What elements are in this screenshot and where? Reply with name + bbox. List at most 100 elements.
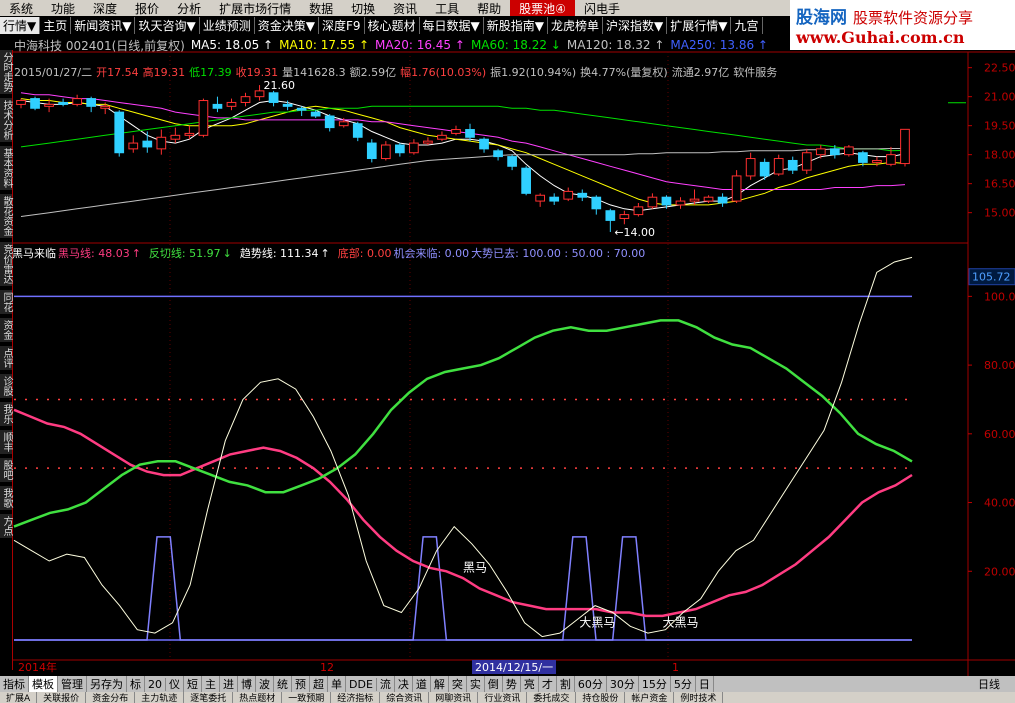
candle-body [563,190,574,200]
toolbar-tab[interactable]: 短 [184,676,202,692]
oscillator-line [13,408,913,618]
candle-body [493,150,503,158]
candle-body [703,196,714,202]
footer-tab[interactable]: 逐笔委托 [184,692,234,703]
candle-body [184,132,195,136]
toolbar-tab[interactable]: 日 [696,676,714,692]
toolbar-tab[interactable]: 模板 [29,676,58,692]
footer-tab[interactable]: 委托成交 [527,692,577,703]
candle-body [86,98,97,107]
oscillator-line [13,256,913,638]
chart-canvas[interactable]: 22.50 21.00 19.50 18.00 16.50 15.00 21.60 ←14.0… [0,0,1015,703]
footer-tab[interactable]: 网聊资讯 [429,692,479,703]
toolbar-tab[interactable]: 流 [377,676,395,692]
candle-body [647,196,658,208]
ma-line [20,98,906,206]
signal-label: 大黑马 [579,615,615,629]
candle-body [801,152,812,171]
candle-body [886,154,896,165]
toolbar-tab[interactable]: 5分 [671,676,696,692]
toolbar-tab[interactable]: 指标 [0,676,29,692]
osc-y-tick-label: 100.00 [984,290,1015,303]
candle-body [100,105,111,109]
toolbar-tab[interactable]: 标 [127,676,145,692]
y-tick-label: 16.50 [984,178,1015,191]
price-annotation: ←14.00 [614,226,655,239]
footer-tab[interactable]: 热点题材 [233,692,283,703]
toolbar-tab[interactable]: 实 [467,676,485,692]
candle-body [58,101,68,105]
footer-tab[interactable]: 关联报价 [37,692,87,703]
opportunity-signal-line [14,536,912,641]
candle-body [268,92,279,103]
footer-tab[interactable]: 持仓股份 [576,692,626,703]
ma-line [20,92,906,190]
toolbar-tab[interactable]: 15分 [639,676,671,692]
y-tick-label: 15.00 [984,207,1015,220]
toolbar-tab[interactable]: 才 [539,676,557,692]
footer-tab[interactable]: 经济指标 [331,692,381,703]
bottom-toolbar: 指标 模板 管理 另存为标 20 仪短主进博波统预超单 DDE 流决道解突实倒势亮才割 60分 3… [0,676,1015,692]
toolbar-tab[interactable]: 亮 [521,676,539,692]
toolbar-tab[interactable]: 20 [145,677,166,691]
candle-body [591,196,602,210]
axis-month-label: 1 [672,660,679,674]
toolbar-tab[interactable]: 势 [503,676,521,692]
osc-y-tick-label: 60.00 [984,428,1015,441]
axis-year-label: 2014年 [18,661,57,674]
footer-bar: 扩展A 关联报价 资金分布 主力轨迹 逐笔委托 热点题材 一致预期 经济指标 综合资讯 网聊资讯行… [0,692,1015,703]
toolbar-tab[interactable]: 突 [449,676,467,692]
candle-body [212,103,223,109]
toolbar-tab[interactable]: 主 [202,676,220,692]
candle-body [675,200,686,206]
candle-body [296,107,307,111]
candle-body [338,121,349,127]
candle-body [605,210,616,221]
period-label[interactable]: 日线 [978,676,1000,692]
toolbar-tab[interactable]: 进 [220,676,238,692]
toolbar-tab[interactable]: 统 [274,676,292,692]
osc-readout: 105.72 [972,271,1011,284]
toolbar-tab[interactable]: 道 [413,676,431,692]
candle-body [437,134,447,140]
candle-body [717,196,728,204]
footer-tab[interactable]: 例时技术 [674,692,724,703]
footer-tab[interactable]: 扩展A [0,692,38,703]
candle-body [773,158,784,175]
footer-tab[interactable]: 主力轨迹 [135,692,185,703]
candle-body [198,100,209,136]
toolbar-tab[interactable]: 另存为 [87,676,127,692]
candle-body [380,144,391,160]
candle-body [282,103,293,107]
candle-body [815,148,826,156]
toolbar-tab[interactable]: 超 [310,676,328,692]
toolbar-tab[interactable]: 倒 [485,676,503,692]
toolbar-tab[interactable]: 预 [292,676,310,692]
toolbar-tab[interactable]: 仪 [166,676,184,692]
footer-tab[interactable]: 资金分布 [86,692,136,703]
toolbar-tab[interactable]: 博 [238,676,256,692]
candle-body [689,198,700,202]
osc-y-tick-label: 40.00 [984,497,1015,510]
footer-tab[interactable]: 综合资讯 [380,692,430,703]
candle-body [16,100,26,105]
toolbar-tab[interactable]: 管理 [58,676,87,692]
candle-body [226,101,237,107]
candle-body [409,142,419,154]
toolbar-tab[interactable]: 波 [256,676,274,692]
ma-line [20,105,906,152]
footer-tab[interactable]: 一致预期 [282,692,332,703]
toolbar-tab[interactable]: 30分 [607,676,639,692]
toolbar-tab[interactable]: 割 [557,676,575,692]
footer-tab[interactable]: 帐户资金 [625,692,675,703]
toolbar-tab[interactable]: DDE [346,677,377,691]
footer-tab[interactable]: 行业资讯 [478,692,528,703]
toolbar-tab[interactable]: 单 [328,676,346,692]
toolbar-tab[interactable]: 解 [431,676,449,692]
toolbar-tab[interactable]: 60分 [575,676,607,692]
signal-label: 黑马 [463,560,487,574]
candle-body [423,140,433,144]
ma-line [20,99,906,212]
toolbar-tab[interactable]: 决 [395,676,413,692]
candle-body [352,123,363,138]
